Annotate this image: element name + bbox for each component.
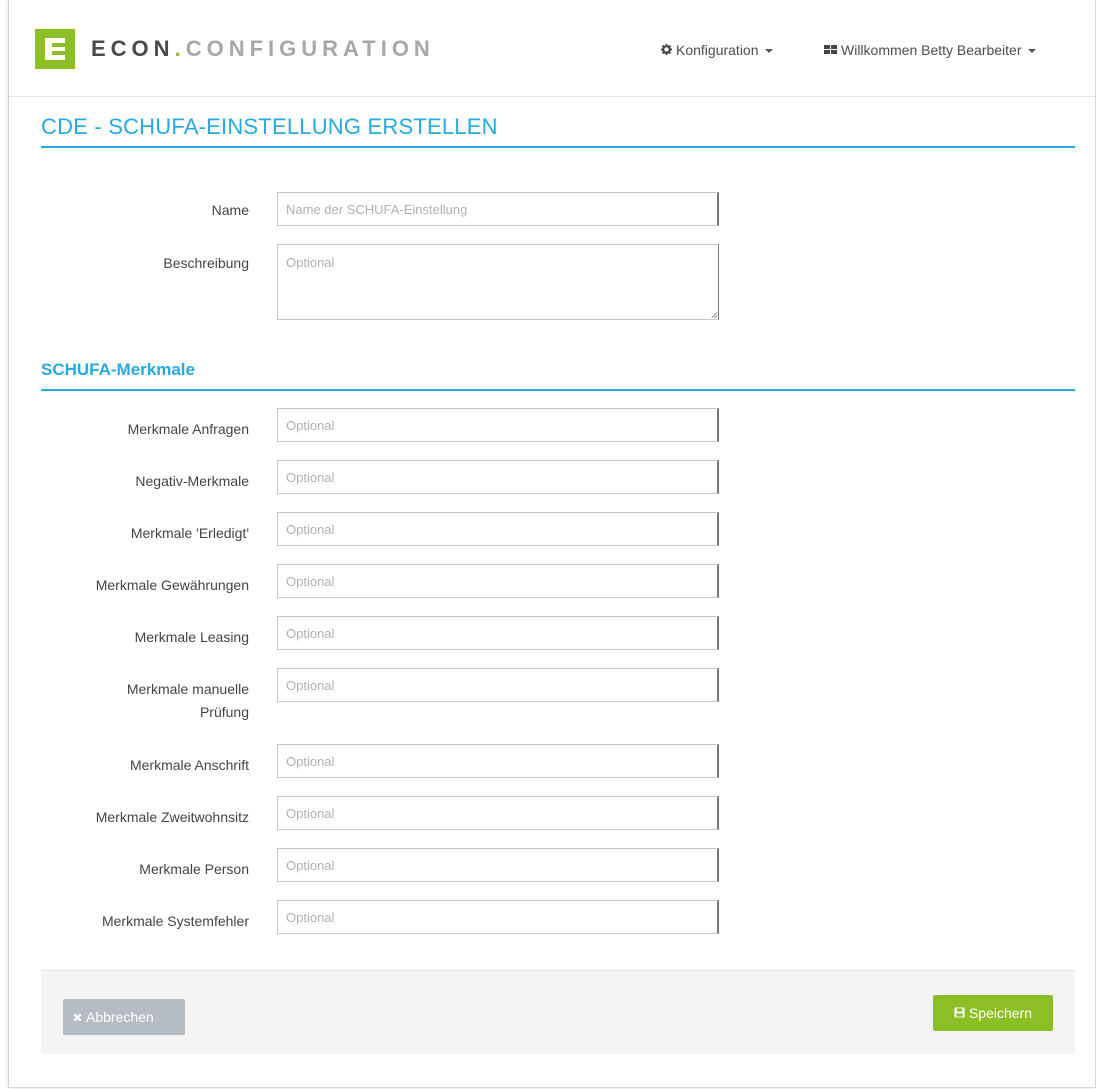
field-label: Merkmale Person [139, 861, 249, 877]
cancel-button-label: Abbrechen [86, 1009, 154, 1025]
chevron-down-icon [1027, 49, 1036, 54]
section-title: SCHUFA-Merkmale [41, 360, 195, 379]
brand-sub: CONFIGURATION [185, 36, 435, 61]
config-menu-label: Konfiguration [676, 42, 759, 58]
form-footer: Abbrechen Speichern [41, 970, 1075, 1054]
merkmale-gewaehrungen-input[interactable] [277, 564, 719, 598]
chevron-down-icon [764, 49, 773, 54]
brand-main: ECON [91, 36, 175, 61]
config-menu[interactable]: Konfiguration [661, 38, 773, 62]
field-label: Merkmale Leasing [134, 629, 249, 645]
close-icon [73, 999, 82, 1035]
section-divider [41, 389, 1075, 391]
negativ-merkmale-input[interactable] [277, 460, 719, 494]
merkmale-zweitwohnsitz-input[interactable] [277, 796, 719, 830]
floppy-disk-icon [954, 995, 965, 1031]
title-divider [41, 146, 1075, 148]
field-label: Merkmale Anfragen [127, 421, 249, 437]
brand-dot: . [174, 36, 186, 61]
merkmale-leasing-input[interactable] [277, 616, 719, 650]
merkmale-erledigt-input[interactable] [277, 512, 719, 546]
field-label: Merkmale Systemfehler [101, 913, 249, 929]
name-label: Name [211, 202, 249, 218]
save-button-label: Speichern [968, 1005, 1033, 1021]
gear-icon [661, 38, 672, 62]
description-textarea[interactable] [277, 244, 719, 320]
brand-wordmark: ECON.CONFIGURATION [91, 34, 435, 64]
merkmale-anschrift-input[interactable] [277, 744, 719, 778]
page-title: CDE - SCHUFA-EINSTELLUNG ERSTELLEN [41, 114, 498, 139]
save-button[interactable]: Speichern [933, 995, 1053, 1031]
user-menu-label: Willkommen Betty Bearbeiter [841, 42, 1022, 58]
app-window: ECON.CONFIGURATION Konfiguration Willkom… [8, 0, 1096, 1088]
name-input[interactable] [277, 192, 719, 226]
resize-handle[interactable] [711, 312, 717, 318]
grid-icon [824, 38, 837, 62]
cancel-button[interactable]: Abbrechen [63, 999, 185, 1035]
field-label: Merkmale Gewährungen [95, 577, 249, 593]
logo-icon [35, 29, 75, 69]
merkmale-systemfehler-input[interactable] [277, 900, 719, 934]
merkmale-person-input[interactable] [277, 848, 719, 882]
user-menu[interactable]: Willkommen Betty Bearbeiter [824, 38, 1036, 62]
field-label: Merkmale manuelle Prüfung [126, 681, 249, 720]
field-label: Negativ-Merkmale [135, 473, 249, 489]
field-label: Merkmale Anschrift [129, 757, 249, 773]
merkmale-manuelle-pruefung-input[interactable] [277, 668, 719, 702]
merkmale-anfragen-input[interactable] [277, 408, 719, 442]
field-label: Merkmale Zweitwohnsitz [95, 809, 249, 825]
description-label: Beschreibung [163, 255, 249, 271]
navbar: ECON.CONFIGURATION Konfiguration Willkom… [9, 0, 1095, 97]
field-label: Merkmale 'Erledigt' [130, 525, 249, 541]
